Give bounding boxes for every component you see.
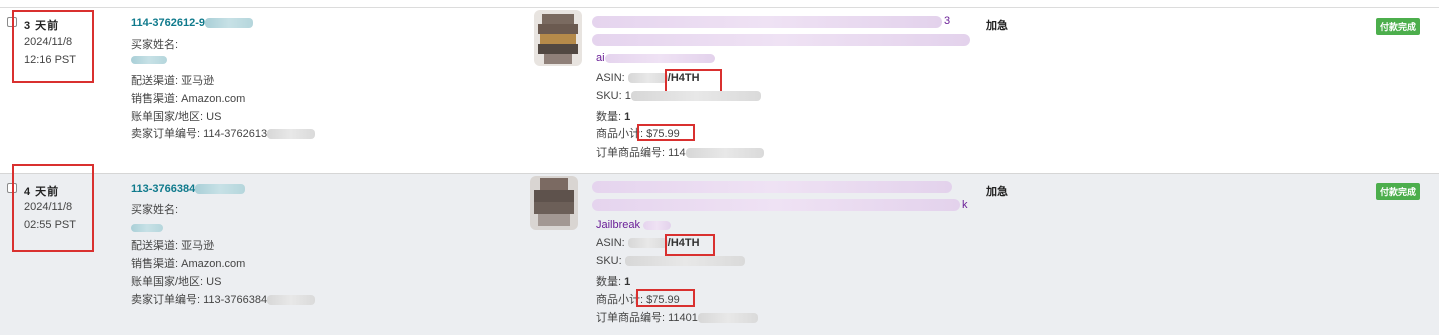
redacted-buyer-name [131, 224, 163, 232]
status-badge: 付款完成 [1376, 183, 1421, 200]
redacted-title-line [592, 34, 970, 46]
time-ago: 4 天前 [24, 186, 60, 198]
product-title-line[interactable]: ai [596, 52, 715, 64]
quantity-label: 数量: [596, 276, 625, 288]
quantity-label: 数量: [596, 111, 625, 123]
redacted-title-line [592, 181, 952, 193]
sku-label: SKU: 1 [596, 90, 631, 102]
order-date: 2024/11/8 [24, 36, 73, 48]
product-image[interactable] [530, 176, 578, 230]
redacted-text [267, 129, 316, 140]
quantity-line: 数量: 1 [596, 273, 630, 289]
product-image-pixelated [530, 176, 578, 230]
product-image[interactable] [534, 10, 582, 66]
sales-channel: 销售渠道: Amazon.com [131, 93, 246, 105]
redacted-buyer-name [131, 56, 167, 64]
asin-label: ASIN: [596, 72, 628, 84]
product-title-redacted[interactable]: 3 [592, 13, 972, 57]
product-title-line[interactable]: Jailbreak [596, 219, 672, 231]
order-date: 2024/11/8 [24, 201, 73, 213]
redacted-text [624, 256, 745, 267]
product-title-line-text: Jailbreak [596, 219, 644, 231]
redacted-text [697, 313, 758, 324]
billing-country: 账单国家/地区: US [131, 111, 222, 123]
shipping-channel: 配送渠道: 亚马逊 [131, 240, 215, 252]
product-image-pixelated [534, 10, 582, 66]
redacted-title-line [592, 199, 960, 211]
redacted-text [627, 73, 668, 84]
redacted-text [630, 91, 761, 102]
billing-country: 账单国家/地区: US [131, 276, 222, 288]
seller-order-number-cell: 卖家订单编号: 113-3766384 [131, 291, 316, 307]
status-badge: 付款完成 [1376, 18, 1421, 35]
order-id-link[interactable]: 114-3762612-9 [131, 17, 205, 29]
sku-line: SKU: [596, 255, 745, 267]
order-item-number-line: 订单商品编号: 114 [596, 144, 764, 160]
seller-order-number: 卖家订单编号: 114-3762613 [131, 128, 268, 140]
order-item-number-line: 订单商品编号: 11401 [596, 309, 758, 325]
highlight-box [637, 124, 695, 141]
order-row: 3 天前 2024/11/8 12:16 PST 114-3762612-9 买… [0, 7, 1439, 173]
order-time: 02:55 PST [24, 219, 76, 231]
redacted-text [195, 184, 246, 195]
redacted-text [685, 148, 764, 159]
sku-line: SKU: 1 [596, 90, 761, 102]
shipping-channel: 配送渠道: 亚马逊 [131, 75, 215, 87]
sales-channel: 销售渠道: Amazon.com [131, 258, 246, 270]
highlight-box [636, 289, 695, 307]
redacted-text [627, 238, 668, 249]
quantity-value: 1 [624, 111, 631, 123]
highlight-box [665, 234, 715, 256]
urgent-flag: 加急 [986, 186, 1008, 198]
redacted-text [267, 295, 316, 306]
redacted-text [643, 220, 672, 230]
order-time: 12:16 PST [24, 54, 76, 66]
redacted-text [604, 53, 715, 63]
seller-order-number: 卖家订单编号: 113-3766384 [131, 294, 268, 306]
quantity-line: 数量: 1 [596, 108, 630, 124]
product-title-line-text: ai [596, 52, 605, 64]
order-row: 4 天前 2024/11/8 02:55 PST 113-3766384 买家姓… [0, 164, 1439, 335]
urgent-flag: 加急 [986, 20, 1008, 32]
order-item-number: 订单商品编号: 11401 [596, 312, 698, 324]
buyer-name-label: 买家姓名: [131, 39, 179, 51]
seller-order-number-cell: 卖家订单编号: 114-3762613 [131, 125, 316, 141]
product-title-redacted[interactable]: k [592, 178, 972, 218]
order-item-number: 订单商品编号: 114 [596, 147, 686, 159]
product-title-fragment[interactable]: 3 [944, 15, 950, 27]
time-ago: 3 天前 [24, 20, 60, 32]
order-id-cell: 114-3762612-9 [131, 17, 254, 29]
sku-label: SKU: [596, 255, 625, 267]
asin-label: ASIN: [596, 237, 628, 249]
order-id-link[interactable]: 113-3766384 [131, 183, 195, 195]
product-title-fragment[interactable]: k [962, 199, 968, 211]
redacted-title-line [592, 16, 942, 28]
buyer-name-label: 买家姓名: [131, 204, 179, 216]
order-id-cell: 113-3766384 [131, 183, 246, 195]
quantity-value: 1 [624, 276, 631, 288]
redacted-text [205, 18, 254, 29]
